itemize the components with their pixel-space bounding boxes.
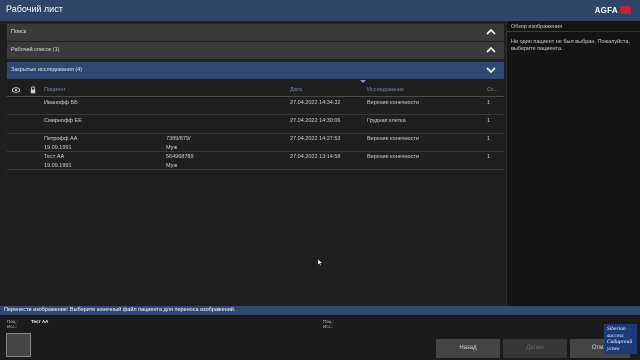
overview-divider (507, 31, 640, 32)
image-thumbnail[interactable] (6, 333, 31, 357)
eye-icon[interactable] (12, 87, 20, 93)
chevron-up-icon[interactable] (486, 45, 496, 55)
table-row[interactable]: Смирнофф ЕЕ 27.04.2022 14:30:06 Грудная … (7, 115, 504, 134)
mouse-cursor-icon (318, 259, 323, 266)
chevron-up-icon[interactable] (486, 27, 496, 37)
row-birth-date: 19.09.1991 (44, 145, 72, 151)
row-date: 27.04.2022 14:30:06 (290, 118, 341, 124)
chevron-down-icon[interactable] (486, 65, 496, 75)
row-count: 1 (487, 100, 491, 106)
row-count: 1 (487, 136, 491, 142)
table-row[interactable]: Петрофф АА 7389/879/ 19.09.1991 Муж 27.0… (7, 134, 504, 152)
worklist-panel-header[interactable]: Рабочий список (1) (7, 42, 504, 59)
table-row[interactable]: Иванофф ББ 27.04.2022 14:34:32 Верхние к… (7, 97, 504, 115)
row-date: 27.04.2022 13:14:58 (290, 154, 341, 160)
watermark-line: успех (607, 345, 620, 352)
lock-icon[interactable] (30, 86, 36, 94)
row-date: 27.04.2022 14:27:53 (290, 136, 341, 142)
row-patient-id: 564968789 (166, 154, 194, 160)
table-header: Пациент Дата Исследование Ск... (7, 85, 504, 97)
worklist-panel-label: Рабочий список (1) (11, 47, 60, 53)
title-bar: Рабочий лист AGFA (0, 0, 640, 21)
source-study-label: Исс.: (7, 324, 18, 329)
row-study: Грудная клетка (367, 118, 406, 124)
target-study-label: Исс.: (323, 324, 334, 329)
next-button[interactable]: Далее (503, 339, 567, 358)
column-count[interactable]: Ск... (487, 87, 498, 93)
closed-studies-panel-label: Закрытые исследования (4) (11, 67, 83, 73)
bottom-bar: Пац.: Исс.: Тест АА Пац.: Исс.: Назад Да… (0, 315, 640, 360)
sort-indicator-icon[interactable] (360, 80, 366, 83)
row-patient: Петрофф АА (44, 136, 78, 142)
search-panel-label: Поиск (11, 29, 27, 35)
table-row[interactable]: Тест АА 564968789 19.09.1991 Муж 27.04.2… (7, 152, 504, 170)
row-count: 1 (487, 118, 491, 124)
row-date: 27.04.2022 14:34:32 (290, 100, 341, 106)
watermark-logo: Siberian success Сибирский успех (604, 324, 637, 354)
row-birth-date: 19.09.1991 (44, 163, 72, 169)
transfer-text: Перенести изображение: Выберите конечный… (4, 307, 236, 313)
transfer-banner: Перенести изображение: Выберите конечный… (0, 306, 640, 315)
back-button[interactable]: Назад (436, 339, 500, 358)
row-patient: Иванофф ББ (44, 100, 78, 106)
row-study: Верхние конечности (367, 100, 419, 106)
agfa-logo: AGFA (594, 6, 618, 15)
column-study[interactable]: Исследование (367, 87, 404, 93)
row-sex: Муж (166, 145, 178, 151)
image-overview-panel: Обзор изображения Ни один пациент не был… (506, 21, 640, 306)
closed-studies-panel-header[interactable]: Закрытые исследования (4) (7, 62, 504, 79)
source-patient-value: Тест АА (31, 319, 49, 324)
row-patient: Смирнофф ЕЕ (44, 118, 82, 124)
row-sex: Муж (166, 163, 178, 169)
row-study: Верхние конечности (367, 154, 419, 160)
agfa-logo-icon (620, 6, 631, 14)
row-patient: Тест АА (44, 154, 65, 160)
row-count: 1 (487, 154, 491, 160)
column-patient[interactable]: Пациент (44, 87, 66, 93)
row-study: Верхние конечности (367, 136, 419, 142)
row-patient-id: 7389/879/ (166, 136, 191, 142)
search-panel-header[interactable]: Поиск (7, 24, 504, 41)
overview-message: Ни один пациент не был выбран. Пожалуйст… (511, 39, 630, 52)
app-title: Рабочий лист (6, 4, 63, 14)
column-date[interactable]: Дата (290, 87, 302, 93)
overview-title: Обзор изображения (511, 24, 563, 30)
